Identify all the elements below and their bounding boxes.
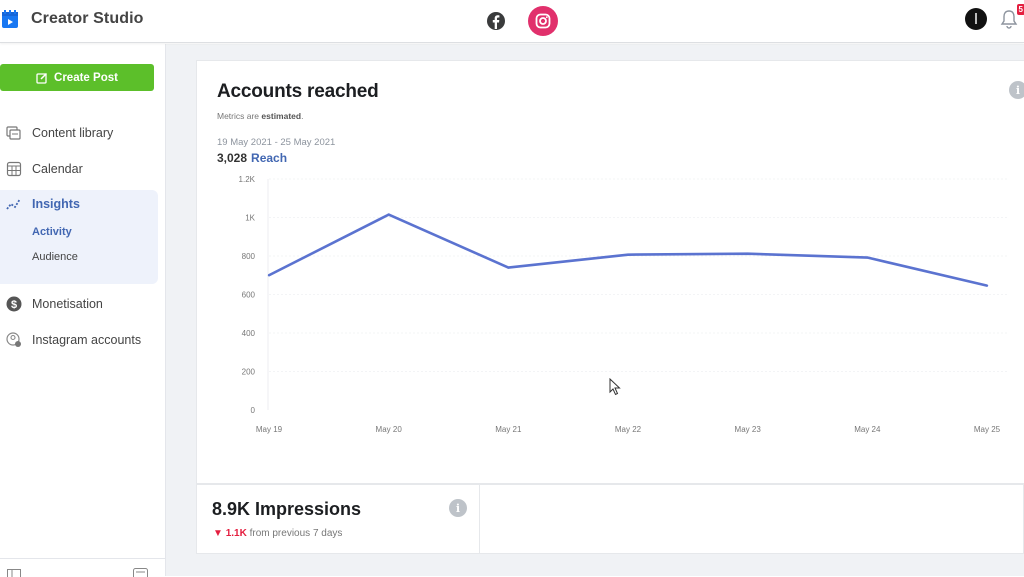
x-tick-label: May 22	[615, 425, 642, 434]
impressions-delta: ▼ 1.1K from previous 7 days	[213, 528, 342, 539]
sidebar-gutter	[166, 44, 182, 576]
x-tick-label: May 25	[974, 425, 1001, 434]
top-bar: Creator Studio 5	[0, 0, 1024, 43]
x-tick-label: May 19	[256, 425, 283, 434]
down-arrow-icon: ▼	[213, 528, 223, 539]
mouse-cursor-icon	[609, 378, 621, 396]
avatar[interactable]	[965, 8, 987, 30]
sidebar-item-label: Instagram accounts	[32, 333, 141, 347]
series-line-reach	[269, 215, 987, 286]
data-point	[627, 253, 629, 255]
sidebar-item-label: Calendar	[32, 162, 83, 176]
data-point	[387, 213, 389, 215]
sidebar-item-label: Insights	[32, 197, 80, 211]
brand[interactable]: Creator Studio	[0, 9, 144, 29]
reach-line-chart: 0 200 400 600 800 1K 1.2K May 19 May 20 May 21 May…	[197, 61, 1024, 481]
y-tick-label: 1K	[245, 214, 255, 223]
data-point	[866, 256, 868, 258]
data-point	[746, 252, 748, 254]
content-library-icon	[6, 125, 22, 141]
x-tick-label: May 20	[376, 425, 403, 434]
accounts-reached-card: Accounts reached Metrics are estimated. …	[196, 60, 1024, 484]
sidebar-item-label: Content library	[32, 126, 113, 140]
account-settings-icon	[6, 332, 22, 348]
instagram-icon	[535, 13, 551, 29]
calendar-icon	[6, 161, 22, 177]
edit-icon	[36, 72, 48, 84]
sidebar-item-content-library[interactable]: Content library	[0, 118, 158, 148]
empty-card	[480, 484, 1024, 554]
insights-icon	[6, 196, 22, 212]
sidebar-item-monetisation[interactable]: $ Monetisation	[0, 289, 158, 319]
svg-text:$: $	[11, 299, 17, 311]
insights-group: Insights Activity Audience	[0, 190, 158, 284]
y-tick-label: 600	[242, 291, 256, 300]
header-tools: 5	[965, 8, 1024, 30]
platform-switcher	[486, 6, 558, 36]
y-tick-label: 400	[242, 329, 256, 338]
create-post-button[interactable]: Create Post	[0, 64, 154, 91]
data-point	[268, 274, 270, 276]
data-point	[507, 266, 509, 268]
sidebar-item-label: Monetisation	[32, 297, 103, 311]
main-content: Accounts reached Metrics are estimated. …	[182, 44, 1024, 576]
notifications-button[interactable]: 5	[999, 8, 1021, 30]
x-tick-label: May 21	[495, 425, 522, 434]
x-tick-label: May 24	[854, 425, 881, 434]
y-tick-label: 0	[251, 406, 256, 415]
sidebar-footer	[0, 558, 166, 576]
create-post-label: Create Post	[54, 72, 118, 84]
y-tick-label: 800	[242, 252, 256, 261]
data-point	[986, 284, 988, 286]
dollar-icon: $	[6, 296, 22, 312]
sidebar: Create Post Content library Calendar Ins…	[0, 44, 166, 576]
impressions-title: 8.9K Impressions	[212, 499, 361, 520]
facebook-icon[interactable]	[486, 11, 506, 31]
instagram-button[interactable]	[528, 6, 558, 36]
app-title: Creator Studio	[31, 10, 144, 28]
x-tick-label: May 23	[735, 425, 762, 434]
sidebar-item-instagram-accounts[interactable]: Instagram accounts	[0, 325, 158, 355]
clapperboard-icon	[1, 9, 19, 29]
sidebar-item-insights[interactable]: Insights	[0, 190, 158, 218]
notification-badge: 5	[1017, 4, 1024, 15]
sidebar-subitem-audience[interactable]: Audience	[32, 251, 78, 263]
impressions-card: 8.9K Impressions ▼ 1.1K from previous 7 …	[196, 484, 480, 554]
sidebar-item-calendar[interactable]: Calendar	[0, 154, 158, 184]
info-icon[interactable]: i	[449, 499, 467, 517]
y-tick-label: 1.2K	[239, 175, 256, 184]
y-tick-label: 200	[242, 368, 256, 377]
sidebar-subitem-activity[interactable]: Activity	[32, 226, 72, 238]
